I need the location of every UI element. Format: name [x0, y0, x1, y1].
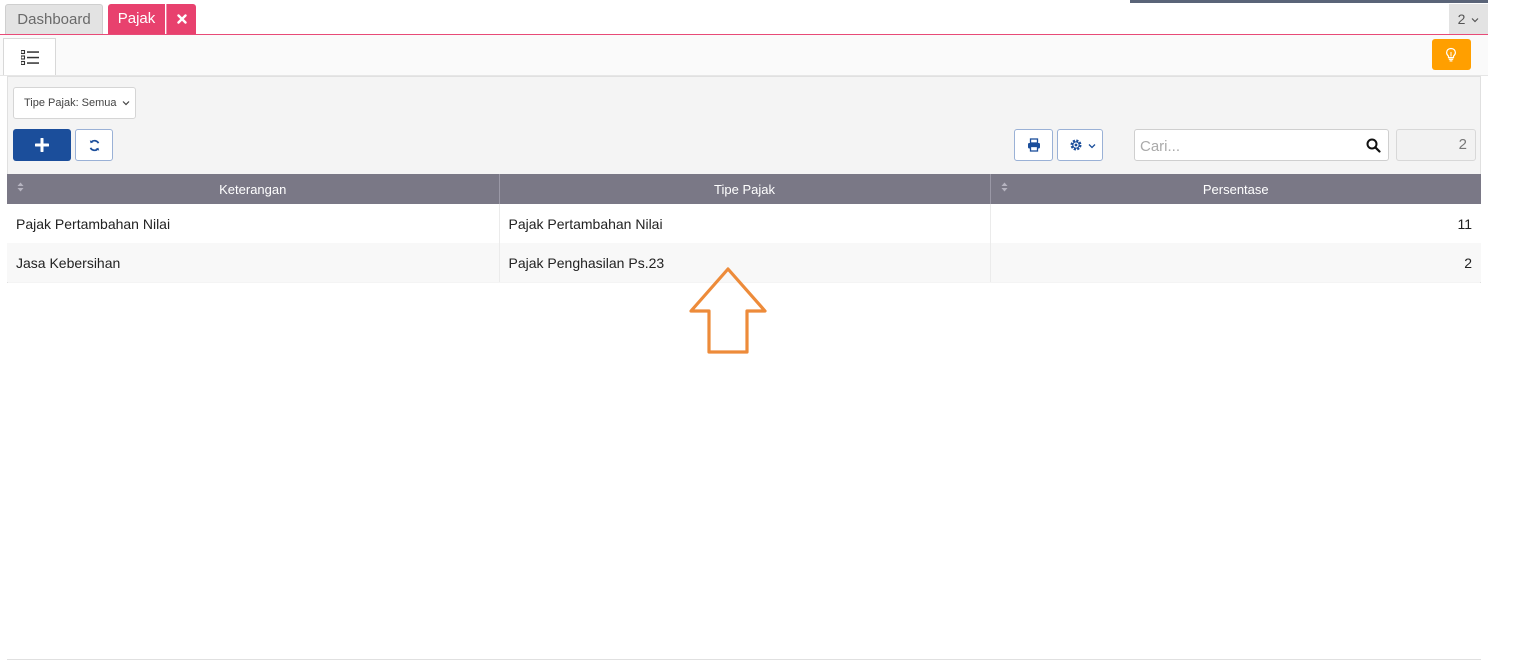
add-button[interactable]	[13, 129, 71, 161]
cell-persentase: 11	[990, 204, 1481, 243]
cell-keterangan: Pajak Pertambahan Nilai	[7, 204, 500, 243]
plus-icon	[35, 138, 49, 152]
tab-count-dropdown[interactable]: 2	[1449, 4, 1488, 34]
sort-icon	[17, 182, 24, 192]
table-row[interactable]: Pajak Pertambahan Nilai Pajak Pertambaha…	[7, 204, 1481, 243]
tab-bar: Dashboard Pajak 2	[0, 0, 1488, 35]
refresh-icon	[89, 139, 100, 152]
chevron-down-icon	[1088, 144, 1096, 149]
search-box	[1134, 129, 1389, 162]
tax-type-filter-dropdown[interactable]: Tipe Pajak: Semua	[13, 87, 136, 119]
tab-dashboard[interactable]: Dashboard	[5, 4, 103, 34]
sort-icon	[1001, 182, 1007, 192]
record-count: 2	[1396, 129, 1476, 161]
chevron-down-icon	[1471, 18, 1479, 23]
list-menu-icon	[21, 50, 39, 65]
close-icon	[176, 14, 187, 24]
tab-pajak[interactable]: Pajak	[108, 4, 165, 34]
column-header-tipe-pajak[interactable]: Tipe Pajak	[499, 174, 991, 204]
top-accent-line	[1130, 0, 1488, 3]
list-menu-button[interactable]	[3, 38, 56, 75]
refresh-button[interactable]	[75, 129, 113, 161]
up-arrow-annotation	[689, 267, 767, 354]
cell-tipe-pajak: Pajak Pertambahan Nilai	[499, 204, 991, 243]
app-window: Dashboard Pajak 2 Tipe Pajak: Semua Cari…	[0, 0, 1488, 664]
column-header-persentase[interactable]: Persentase	[990, 174, 1481, 204]
tab-count-value: 2	[1457, 11, 1466, 27]
lightbulb-icon	[1445, 47, 1457, 62]
tax-type-filter-label: Tipe Pajak: Semua	[24, 97, 117, 109]
print-button[interactable]	[1014, 129, 1053, 161]
cell-keterangan: Jasa Kebersihan	[7, 243, 500, 282]
cell-persentase: 2	[990, 243, 1481, 282]
page-toolbar	[0, 35, 1488, 76]
close-tab-button[interactable]	[166, 4, 196, 34]
chevron-down-icon	[122, 101, 130, 106]
gear-icon	[1070, 139, 1082, 151]
settings-dropdown-button[interactable]	[1057, 129, 1103, 161]
hint-button[interactable]	[1432, 39, 1471, 70]
table-header-row: Keterangan Tipe Pajak Persentase	[7, 174, 1481, 204]
print-icon	[1028, 138, 1040, 152]
search-icon[interactable]	[1366, 138, 1381, 153]
column-header-keterangan[interactable]: Keterangan	[7, 174, 500, 204]
search-input[interactable]	[1135, 130, 1362, 162]
